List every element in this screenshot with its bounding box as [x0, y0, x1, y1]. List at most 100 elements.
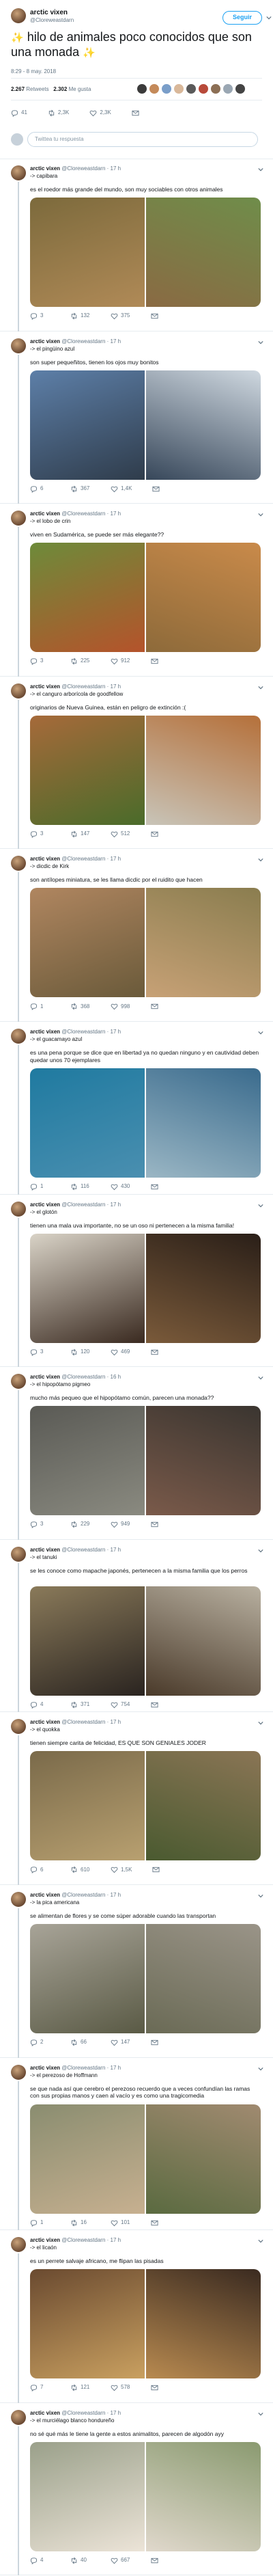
follow-button[interactable]: Seguir — [222, 11, 262, 25]
author-handle[interactable]: @Cloreweastdarn — [61, 2065, 105, 2071]
author-name[interactable]: arctic vixen — [30, 165, 60, 172]
retweet-button[interactable]: 147 — [70, 830, 90, 838]
tweet-time[interactable]: · 17 h — [107, 1892, 121, 1898]
tweet-photo-right[interactable] — [146, 1924, 261, 2033]
reply-button[interactable]: 6 — [30, 485, 50, 493]
tweet-photo-right[interactable] — [146, 1586, 261, 1696]
avatar[interactable] — [11, 1892, 26, 1907]
tweet-photo-right[interactable] — [146, 2104, 261, 2214]
chevron-down-icon[interactable] — [258, 685, 263, 690]
tweet-photo-left[interactable] — [30, 1233, 145, 1343]
like-button[interactable]: 512 — [111, 830, 130, 838]
like-button[interactable]: 147 — [111, 2039, 130, 2046]
retweet-button[interactable]: 132 — [70, 312, 90, 320]
avatar[interactable] — [11, 1029, 26, 1044]
avatar[interactable] — [11, 511, 26, 526]
retweet-button[interactable]: 121 — [70, 2384, 90, 2391]
message-button[interactable] — [151, 2219, 158, 2227]
retweet-button[interactable]: 225 — [70, 657, 90, 665]
reply-button[interactable]: 1 — [30, 1003, 50, 1011]
author-name[interactable]: arctic vixen — [30, 856, 60, 862]
liker-avatar[interactable] — [186, 83, 197, 94]
tweet-photo-left[interactable] — [30, 1924, 145, 2033]
tweet-photo-right[interactable] — [146, 370, 261, 480]
tweet-photo-left[interactable] — [30, 715, 145, 825]
avatar[interactable] — [11, 2064, 26, 2080]
message-button[interactable] — [151, 1003, 158, 1010]
retweet-button[interactable]: 367 — [70, 485, 90, 493]
avatar[interactable] — [11, 1719, 26, 1735]
tweet-date[interactable]: 8:29 - 8 may. 2018 — [11, 68, 56, 75]
tweet-time[interactable]: · 17 h — [107, 2410, 121, 2416]
reply-button[interactable]: 3 — [30, 830, 50, 838]
reply-button[interactable]: 3 — [30, 657, 50, 666]
tweet-time[interactable]: · 17 h — [107, 1029, 121, 1035]
author-handle[interactable]: @Cloreweastdarn — [30, 17, 74, 24]
reply-button[interactable]: 2 — [30, 2039, 50, 2046]
chevron-down-icon[interactable] — [266, 15, 272, 21]
thread-tweet[interactable]: arctic vixen @Cloreweastdarn · 17 h -> e… — [0, 1195, 273, 1368]
tweet-media[interactable] — [30, 370, 261, 480]
author-name[interactable]: arctic vixen — [30, 511, 60, 517]
tweet-media[interactable] — [30, 715, 261, 825]
retweet-button[interactable]: 2,3K — [48, 109, 69, 117]
likes-label[interactable]: Me gusta — [69, 86, 91, 92]
thread-tweet[interactable]: arctic vixen @Cloreweastdarn · 17 h -> e… — [0, 1022, 273, 1195]
tweet-time[interactable]: · 17 h — [107, 165, 121, 172]
tweet-time[interactable]: · 17 h — [107, 856, 121, 862]
reply-button[interactable]: 4 — [30, 2557, 50, 2564]
message-button[interactable] — [151, 1521, 158, 1528]
reply-button[interactable]: 41 — [11, 109, 27, 117]
chevron-down-icon[interactable] — [258, 1203, 263, 1208]
message-button[interactable] — [151, 312, 158, 320]
tweet-photo-left[interactable] — [30, 888, 145, 998]
like-button[interactable]: 375 — [111, 312, 130, 320]
avatar[interactable] — [11, 2237, 26, 2253]
like-button[interactable]: 1,4K — [111, 485, 132, 493]
tweet-media[interactable] — [30, 1924, 261, 2033]
thread-tweet[interactable]: arctic vixen @Cloreweastdarn · 17 h -> e… — [0, 2403, 273, 2576]
avatar[interactable] — [11, 1546, 26, 1562]
like-button[interactable]: 667 — [111, 2557, 130, 2564]
chevron-down-icon[interactable] — [258, 1720, 263, 1726]
chevron-down-icon[interactable] — [258, 340, 263, 345]
message-button[interactable] — [151, 2557, 158, 2564]
liker-avatar[interactable] — [198, 83, 209, 94]
thread-tweet[interactable]: arctic vixen @Cloreweastdarn · 17 h -> e… — [0, 2058, 273, 2231]
tweet-photo-left[interactable] — [30, 370, 145, 480]
message-button[interactable] — [132, 109, 139, 117]
tweet-photo-left[interactable] — [30, 543, 145, 653]
tweet-photo-right[interactable] — [146, 888, 261, 998]
chevron-down-icon[interactable] — [258, 512, 263, 517]
author-handle[interactable]: @Cloreweastdarn — [61, 1202, 105, 1208]
author-handle[interactable]: @Cloreweastdarn — [61, 1374, 105, 1380]
likes-count[interactable]: 2.302 — [53, 86, 67, 92]
chevron-down-icon[interactable] — [258, 2238, 263, 2244]
tweet-photo-right[interactable] — [146, 1233, 261, 1343]
author-handle[interactable]: @Cloreweastdarn — [61, 2410, 105, 2416]
author-handle[interactable]: @Cloreweastdarn — [61, 1892, 105, 1898]
reply-button[interactable]: 3 — [30, 312, 50, 320]
retweet-button[interactable]: 40 — [70, 2557, 90, 2564]
liker-avatar[interactable] — [222, 83, 233, 94]
author-name[interactable]: arctic vixen — [30, 1547, 60, 1553]
tweet-photo-right[interactable] — [146, 2269, 261, 2379]
author-handle[interactable]: @Cloreweastdarn — [61, 511, 105, 517]
tweet-media[interactable] — [30, 2441, 261, 2551]
retweet-button[interactable]: 371 — [70, 1701, 90, 1709]
author-name[interactable]: arctic vixen — [30, 1202, 60, 1208]
like-button[interactable]: 430 — [111, 1183, 130, 1191]
retweet-button[interactable]: 66 — [70, 2039, 90, 2046]
author-name[interactable]: arctic vixen — [30, 2410, 60, 2416]
tweet-time[interactable]: · 17 h — [107, 1719, 121, 1725]
like-button[interactable]: 949 — [111, 1521, 130, 1528]
author-handle[interactable]: @Cloreweastdarn — [61, 1719, 105, 1725]
message-button[interactable] — [151, 1701, 158, 1709]
tweet-media[interactable] — [30, 543, 261, 653]
tweet-photo-left[interactable] — [30, 1751, 145, 1861]
thread-tweet[interactable]: arctic vixen @Cloreweastdarn · 17 h -> e… — [0, 504, 273, 677]
message-button[interactable] — [152, 1866, 160, 1873]
liker-avatar[interactable] — [136, 83, 147, 94]
chevron-down-icon[interactable] — [258, 1548, 263, 1554]
tweet-photo-left[interactable] — [30, 2441, 145, 2551]
